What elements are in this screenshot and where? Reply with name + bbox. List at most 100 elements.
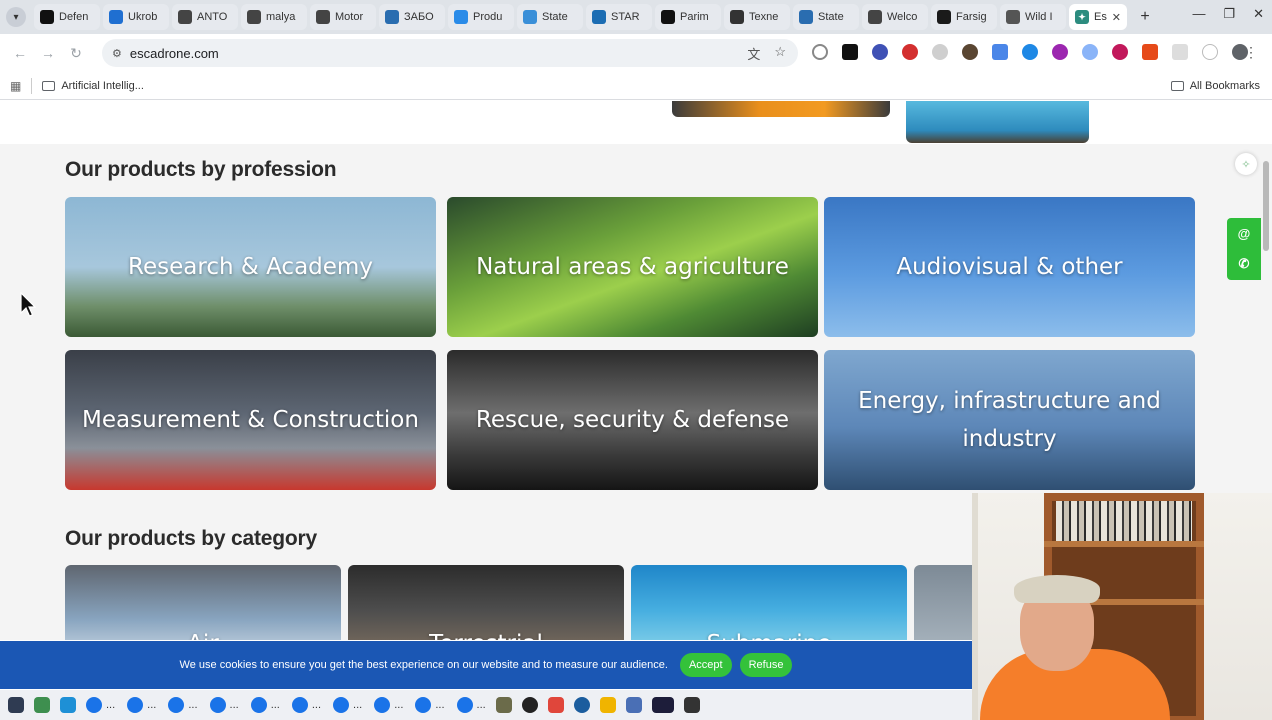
sidepanel-icon[interactable]	[1202, 44, 1218, 60]
browser-tab[interactable]: Motor	[310, 4, 376, 30]
browser-tab[interactable]: State	[793, 4, 859, 30]
taskbar-chrome-window[interactable]: ...	[415, 697, 445, 713]
extension-icon[interactable]	[1112, 44, 1128, 60]
extension-icon[interactable]	[932, 44, 948, 60]
taskbar-chrome-window[interactable]: ...	[291, 697, 321, 713]
browser-tab[interactable]: Defen	[34, 4, 100, 30]
category-card-submarine[interactable]: Submarine	[631, 565, 907, 640]
gear-icon	[1006, 10, 1020, 24]
category-card-terrestrial[interactable]: Terrestrial	[348, 565, 624, 640]
steam-icon[interactable]	[573, 697, 590, 713]
taskbar-app-icon[interactable]	[599, 697, 616, 713]
browser-tab[interactable]: Parim	[655, 4, 721, 30]
all-bookmarks-button[interactable]: All Bookmarks	[1170, 79, 1260, 92]
blue-icon	[454, 10, 468, 24]
taskbar-chrome-window[interactable]: ...	[250, 697, 280, 713]
taskbar-chrome-window[interactable]: ...	[209, 697, 239, 713]
taskbar-app-icon[interactable]	[34, 697, 50, 713]
browser-toolbar: ← → ↻ ⚙ escadrone.com 文 ☆ ⋮	[0, 34, 1272, 72]
translate-icon[interactable]: 文	[747, 44, 760, 63]
browser-tab[interactable]: malya	[241, 4, 307, 30]
browser-menu-icon[interactable]: ⋮	[1244, 44, 1258, 61]
back-arrow-icon[interactable]: ←	[6, 45, 34, 61]
forward-arrow-icon[interactable]: →	[34, 45, 62, 61]
new-tab-button[interactable]: +	[1134, 6, 1156, 28]
chrome-icon	[456, 697, 473, 713]
apps-grid-icon[interactable]: ▦	[10, 79, 21, 93]
profession-card-audiovisual[interactable]: Audiovisual & other	[824, 197, 1195, 337]
taskbar-chrome-window[interactable]: ...	[168, 697, 198, 713]
taskbar-chrome-window[interactable]: ...	[374, 697, 403, 713]
tab-label: Produ	[473, 11, 503, 23]
profession-section-title: Our products by profession	[65, 158, 337, 181]
start-menu-icon[interactable]	[8, 697, 24, 713]
site-info-icon[interactable]: ⚙	[112, 47, 122, 60]
extension-icon[interactable]	[1052, 44, 1068, 60]
tab-label: Welco	[887, 11, 918, 23]
taskbar-chrome-window[interactable]: ...	[86, 697, 115, 713]
extension-icon[interactable]	[1082, 44, 1098, 60]
taskbar-chrome-window[interactable]: ...	[127, 697, 156, 713]
taskbar-app-icon[interactable]	[547, 697, 564, 713]
extension-icon[interactable]	[842, 44, 858, 60]
maximize-icon[interactable]: ❐	[1223, 6, 1235, 22]
extension-icon[interactable]	[812, 44, 828, 60]
bookmark-folder-ai[interactable]: Artificial Intellig...	[42, 80, 144, 92]
cookie-refuse-button[interactable]: Refuse	[739, 653, 793, 677]
browser-tab[interactable]: Farsig	[931, 4, 997, 30]
profession-card-energy[interactable]: Energy, infrastructure and industry	[824, 350, 1195, 490]
browser-tab[interactable]: Ukrob	[103, 4, 169, 30]
taskbar-app-icon[interactable]	[683, 697, 700, 713]
extension-icon[interactable]	[902, 44, 918, 60]
product-image[interactable]	[672, 101, 890, 117]
close-tab-icon[interactable]: ✕	[1112, 11, 1121, 24]
close-window-icon[interactable]: ✕	[1253, 6, 1264, 22]
extension-icon[interactable]	[1142, 44, 1158, 60]
profession-card-rescue[interactable]: Rescue, security & defense	[447, 350, 818, 490]
extensions-puzzle-icon[interactable]	[1172, 44, 1188, 60]
taskbar-app-icon[interactable]	[651, 697, 674, 713]
profession-card-agriculture[interactable]: Natural areas & agriculture	[447, 197, 818, 337]
reload-icon[interactable]: ↻	[62, 45, 90, 62]
minimize-icon[interactable]: —	[1192, 6, 1205, 22]
taskbar-app-icon[interactable]	[495, 697, 512, 713]
url-text[interactable]: escadrone.com	[130, 46, 219, 61]
browser-tab[interactable]: ANTO	[172, 4, 238, 30]
browser-tab[interactable]: Texne	[724, 4, 790, 30]
browser-tab[interactable]: STAR	[586, 4, 652, 30]
browser-tab[interactable]: Wild I	[1000, 4, 1066, 30]
profession-card-construction[interactable]: Measurement & Construction	[65, 350, 436, 490]
email-contact-icon[interactable]: @	[1238, 226, 1251, 241]
bookmark-star-icon[interactable]: ☆	[774, 44, 786, 63]
tab-search-icon[interactable]: ▾	[6, 7, 26, 27]
all-bookmarks-label: All Bookmarks	[1189, 79, 1260, 92]
browser-tab[interactable]: State	[517, 4, 583, 30]
taskbar-app-icon[interactable]	[60, 697, 76, 713]
dark-icon	[937, 10, 951, 24]
extension-icon[interactable]	[992, 44, 1008, 60]
phone-contact-icon[interactable]: ✆	[1239, 256, 1250, 272]
page-scrollbar[interactable]	[1263, 161, 1269, 251]
profession-card-research[interactable]: Research & Academy	[65, 197, 436, 337]
u-icon	[109, 10, 123, 24]
browser-tab[interactable]: Welco	[862, 4, 928, 30]
extension-icon[interactable]	[1022, 44, 1038, 60]
extension-icon[interactable]	[872, 44, 888, 60]
category-card-air[interactable]: Air	[65, 565, 341, 640]
tab-active[interactable]: ✦ Es ✕	[1069, 4, 1127, 30]
taskbar-item-label: ...	[476, 699, 486, 711]
card-label: Submarine	[695, 625, 844, 640]
taskbar-app-icon[interactable]	[521, 697, 538, 713]
address-bar[interactable]: ⚙ escadrone.com 文 ☆	[102, 39, 798, 67]
browser-tab[interactable]: ЗАБО	[379, 4, 445, 30]
cookie-accept-button[interactable]: Accept	[679, 653, 732, 677]
taskbar-chrome-window[interactable]: ...	[333, 697, 362, 713]
mouse-cursor-icon	[20, 292, 36, 317]
floating-widget-icon[interactable]: ✧	[1235, 153, 1257, 175]
extension-icon[interactable]	[962, 44, 978, 60]
taskbar-app-icon[interactable]	[625, 697, 642, 713]
product-image[interactable]	[906, 101, 1089, 143]
taskbar-chrome-window[interactable]: ...	[456, 697, 486, 713]
browser-tab[interactable]: Produ	[448, 4, 514, 30]
cookie-message: We use cookies to ensure you get the bes…	[179, 659, 668, 671]
